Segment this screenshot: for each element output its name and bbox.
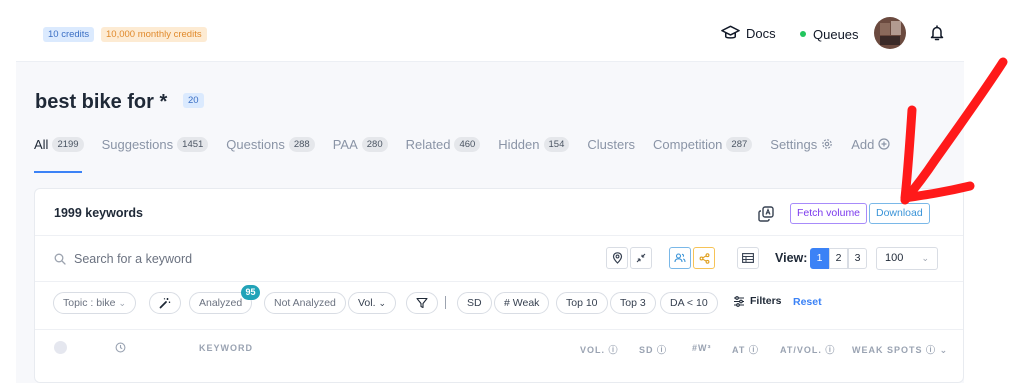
annotation-arrow-icon (900, 57, 1008, 205)
